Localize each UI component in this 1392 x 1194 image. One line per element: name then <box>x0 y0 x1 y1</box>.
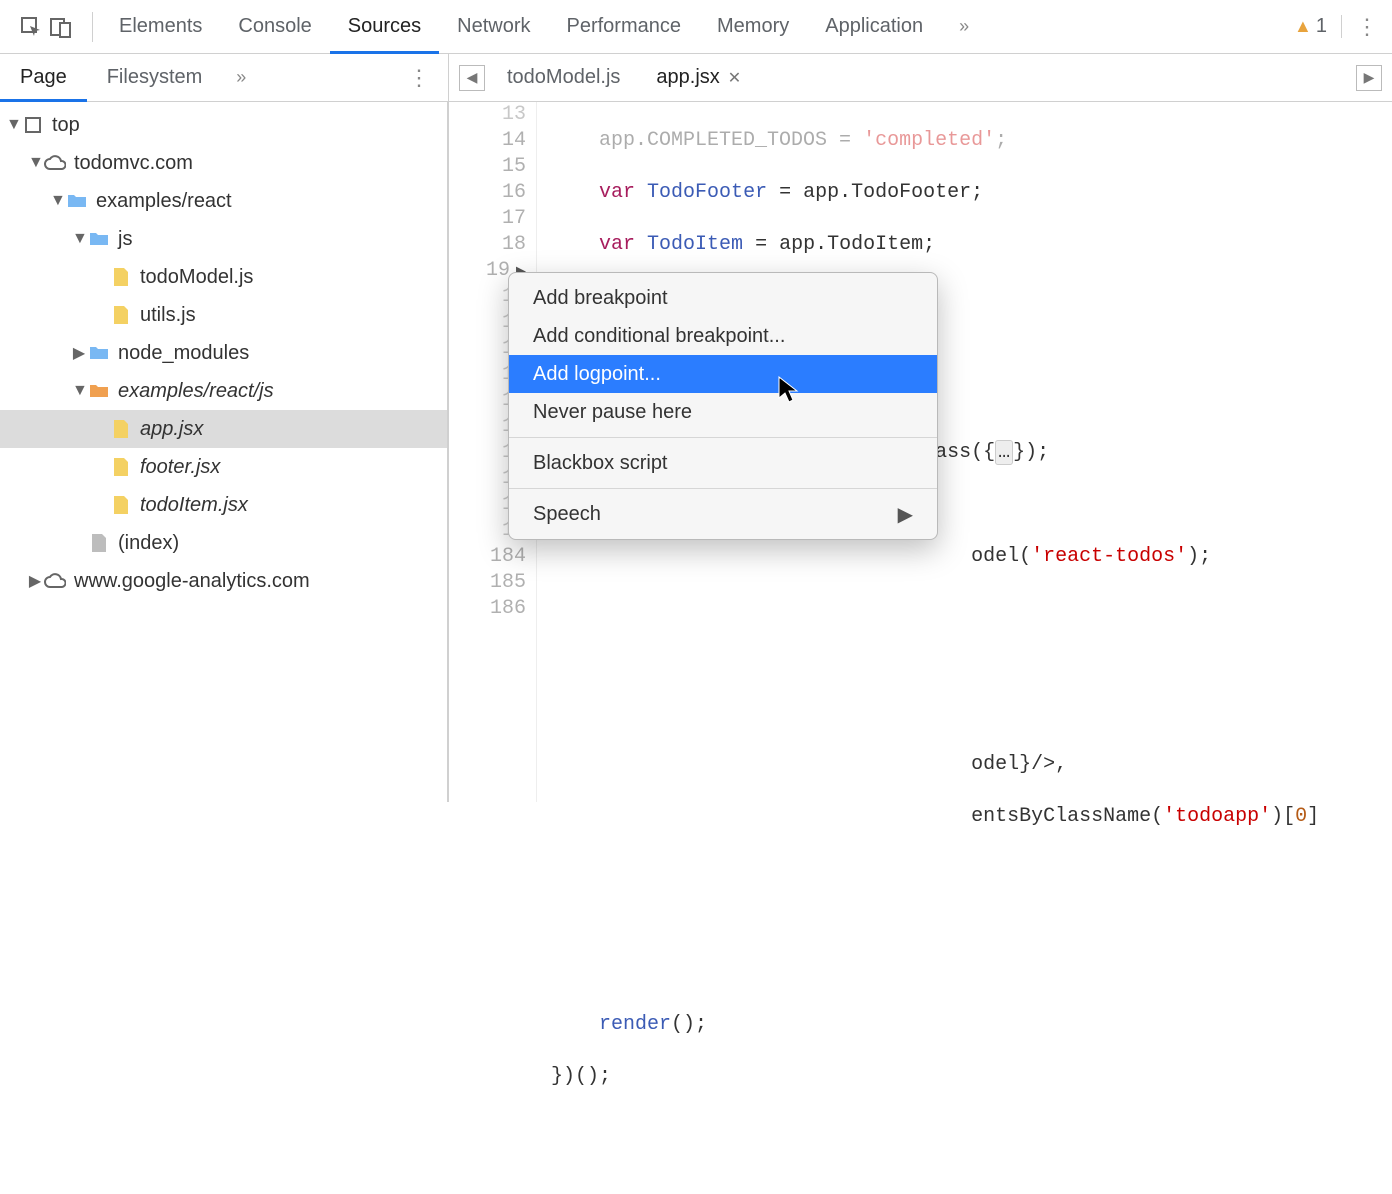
tab-network[interactable]: Network <box>439 0 548 53</box>
menu-separator <box>509 488 937 489</box>
menu-blackbox-script[interactable]: Blackbox script <box>509 444 937 482</box>
inspect-element-icon[interactable] <box>20 16 42 38</box>
tree-folder-node-modules[interactable]: ▶ node_modules <box>0 334 447 372</box>
tab-elements[interactable]: Elements <box>101 0 220 53</box>
js-file-icon <box>110 494 132 516</box>
file-tab-app-jsx[interactable]: app.jsx ✕ <box>642 54 755 101</box>
warnings-indicator[interactable]: ▲ 1 <box>1294 15 1342 38</box>
twisty-open-icon: ▼ <box>72 382 86 400</box>
tab-application[interactable]: Application <box>807 0 941 53</box>
tree-file-todomodel[interactable]: todoModel.js <box>0 258 447 296</box>
tree-file-footer-jsx[interactable]: footer.jsx <box>0 448 447 486</box>
twisty-closed-icon: ▶ <box>72 343 86 363</box>
tree-folder-examples-react[interactable]: ▼ examples/react <box>0 182 447 220</box>
show-debugger-icon[interactable]: ▶ <box>1356 65 1382 91</box>
tabs-overflow[interactable]: » <box>941 0 987 53</box>
menu-add-logpoint[interactable]: Add logpoint... <box>509 355 937 393</box>
mouse-cursor-icon <box>778 376 800 404</box>
navigator-tabs-overflow[interactable]: » <box>222 66 260 89</box>
navigator-tabs: Page Filesystem » ⋮ <box>0 54 448 102</box>
warning-count: 1 <box>1316 15 1327 38</box>
cloud-icon <box>44 570 66 592</box>
tree-folder-js[interactable]: ▼ js <box>0 220 447 258</box>
twisty-open-icon: ▼ <box>72 230 86 248</box>
file-tab-todomodel[interactable]: todoModel.js <box>493 54 634 101</box>
twisty-open-icon: ▼ <box>28 154 42 172</box>
close-icon[interactable]: ✕ <box>728 68 741 88</box>
folder-icon <box>88 228 110 250</box>
twisty-open-icon: ▼ <box>50 192 64 210</box>
tab-console[interactable]: Console <box>220 0 329 53</box>
js-file-icon <box>110 456 132 478</box>
tab-performance[interactable]: Performance <box>549 0 700 53</box>
devtools-toolbar: Elements Console Sources Network Perform… <box>0 0 1392 54</box>
cloud-icon <box>44 152 66 174</box>
tab-page[interactable]: Page <box>0 54 87 101</box>
toggle-device-icon[interactable] <box>50 16 72 38</box>
panel-tabs: Elements Console Sources Network Perform… <box>101 0 987 53</box>
js-file-icon <box>110 418 132 440</box>
submenu-arrow-icon: ▶ <box>898 502 913 527</box>
show-navigator-icon[interactable]: ◀ <box>459 65 485 91</box>
menu-never-pause-here[interactable]: Never pause here <box>509 393 937 431</box>
js-file-icon <box>110 304 132 326</box>
menu-add-breakpoint[interactable]: Add breakpoint <box>509 279 937 317</box>
file-navigator: ▼ top ▼ todomvc.com ▼ examples/react ▼ j… <box>0 102 448 802</box>
folder-icon <box>66 190 88 212</box>
tree-domain-todomvc[interactable]: ▼ todomvc.com <box>0 144 447 182</box>
twisty-closed-icon: ▶ <box>28 571 42 591</box>
js-file-icon <box>110 266 132 288</box>
document-icon <box>88 532 110 554</box>
tree-folder-examples-react-js[interactable]: ▼ examples/react/js <box>0 372 447 410</box>
divider <box>92 12 93 42</box>
tree-domain-analytics[interactable]: ▶ www.google-analytics.com <box>0 562 447 600</box>
tree-file-todoitem-jsx[interactable]: todoItem.jsx <box>0 486 447 524</box>
warning-icon: ▲ <box>1294 16 1312 37</box>
folder-icon <box>88 380 110 402</box>
twisty-open-icon: ▼ <box>6 116 20 134</box>
menu-speech[interactable]: Speech▶ <box>509 495 937 533</box>
tree-top[interactable]: ▼ top <box>0 106 447 144</box>
navigator-kebab[interactable]: ⋮ <box>390 65 448 91</box>
frame-icon <box>22 114 44 136</box>
menu-separator <box>509 437 937 438</box>
source-tab-bar: ◀ todoModel.js app.jsx ✕ ▶ <box>449 54 1392 102</box>
menu-add-conditional-breakpoint[interactable]: Add conditional breakpoint... <box>509 317 937 355</box>
folder-icon <box>88 342 110 364</box>
kebab-menu-icon[interactable]: ⋮ <box>1356 14 1378 40</box>
tree-file-index[interactable]: (index) <box>0 524 447 562</box>
tree-file-app-jsx[interactable]: app.jsx <box>0 410 447 448</box>
tree-file-utils[interactable]: utils.js <box>0 296 447 334</box>
tab-sources[interactable]: Sources <box>330 0 439 53</box>
tab-memory[interactable]: Memory <box>699 0 807 53</box>
gutter-context-menu: Add breakpoint Add conditional breakpoin… <box>508 272 938 540</box>
tab-filesystem[interactable]: Filesystem <box>87 54 223 101</box>
